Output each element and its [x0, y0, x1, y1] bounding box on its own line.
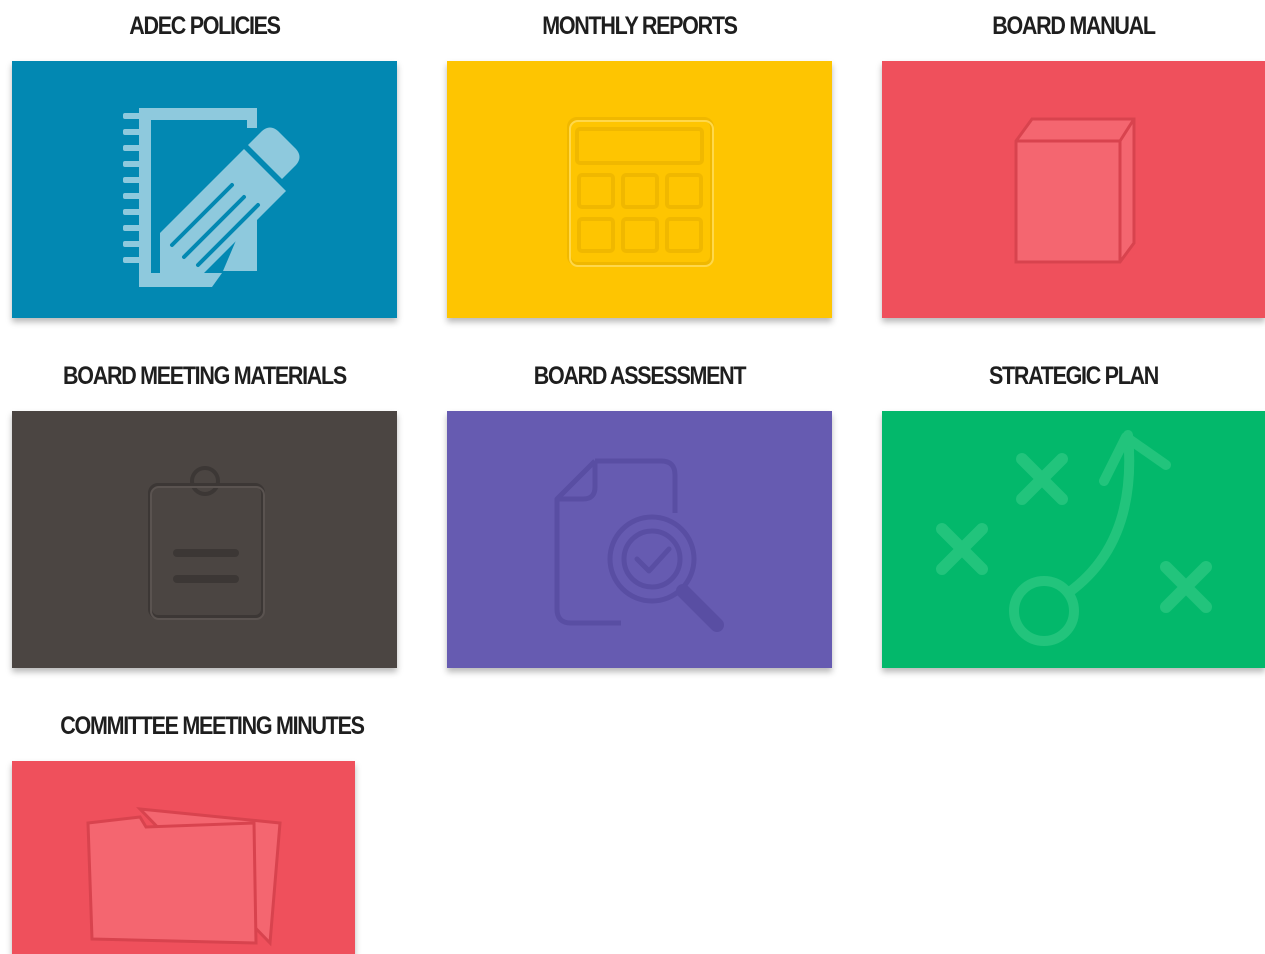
folder-icon: [86, 807, 282, 947]
strategy-play-icon: [936, 430, 1212, 646]
book-icon: [1014, 117, 1136, 264]
tile-title: BOARD ASSESSMENT: [533, 362, 747, 390]
tile-image: [447, 61, 832, 318]
calendar-icon: [567, 117, 714, 267]
tile-title: COMMITTEE MEETING MINUTES: [60, 712, 365, 740]
tile-image: [12, 61, 397, 318]
tile-board-meeting-materials[interactable]: BOARD MEETING MATERIALS: [12, 361, 397, 668]
clipboard-icon: [148, 466, 265, 620]
tile-image: [12, 761, 355, 954]
tile-title: MONTHLY REPORTS: [542, 12, 738, 40]
tile-committee-meeting-minutes[interactable]: COMMITTEE MEETING MINUTES: [12, 711, 412, 954]
tile-strategic-plan[interactable]: STRATEGIC PLAN: [882, 361, 1265, 668]
tile-image: [882, 61, 1265, 318]
document-search-icon: [554, 458, 724, 632]
tile-board-manual[interactable]: BOARD MANUAL: [882, 11, 1265, 318]
tile-adec-policies[interactable]: ADEC POLICIES: [12, 11, 397, 318]
tile-board-assessment[interactable]: BOARD ASSESSMENT: [447, 361, 832, 668]
tile-title: ADEC POLICIES: [129, 12, 281, 40]
notebook-pencil-icon: [123, 108, 300, 287]
tile-title: BOARD MEETING MATERIALS: [63, 362, 347, 390]
tile-title: BOARD MANUAL: [992, 12, 1156, 40]
tile-image: [882, 411, 1265, 668]
tile-image: [447, 411, 832, 668]
tile-image: [12, 411, 397, 668]
tile-monthly-reports[interactable]: MONTHLY REPORTS: [447, 11, 832, 318]
tile-title: STRATEGIC PLAN: [988, 362, 1159, 390]
